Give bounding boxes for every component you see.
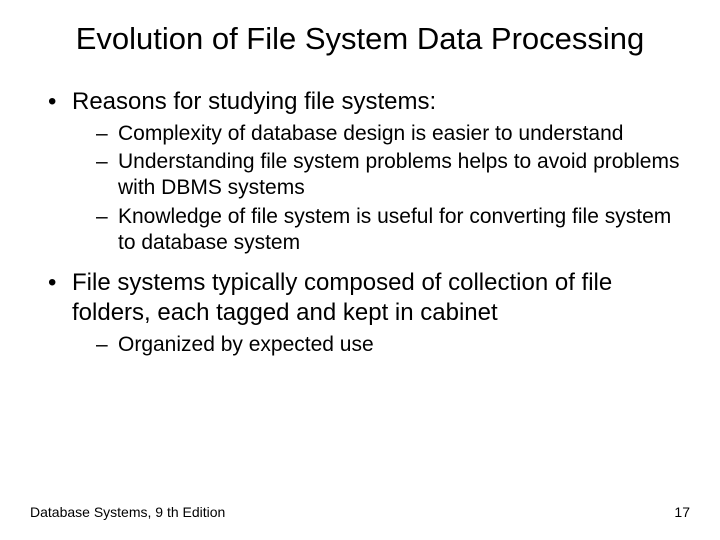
sub-list: Complexity of database design is easier … [72, 121, 690, 256]
footer-left: Database Systems, 9 th Edition [30, 504, 225, 520]
sub-item: Organized by expected use [96, 332, 690, 358]
slide-title: Evolution of File System Data Processing [30, 20, 690, 59]
bullet-list: Reasons for studying file systems: Compl… [30, 87, 690, 359]
bullet-item: File systems typically composed of colle… [48, 268, 690, 358]
slide-footer: Database Systems, 9 th Edition 17 [30, 504, 690, 520]
footer-page-number: 17 [674, 504, 690, 520]
sub-item: Complexity of database design is easier … [96, 121, 690, 147]
sub-list: Organized by expected use [72, 332, 690, 358]
bullet-text: Reasons for studying file systems: [72, 88, 436, 115]
bullet-item: Reasons for studying file systems: Compl… [48, 87, 690, 256]
sub-item: Understanding file system problems helps… [96, 149, 690, 202]
bullet-text: File systems typically composed of colle… [72, 269, 612, 326]
sub-item: Knowledge of file system is useful for c… [96, 204, 690, 257]
